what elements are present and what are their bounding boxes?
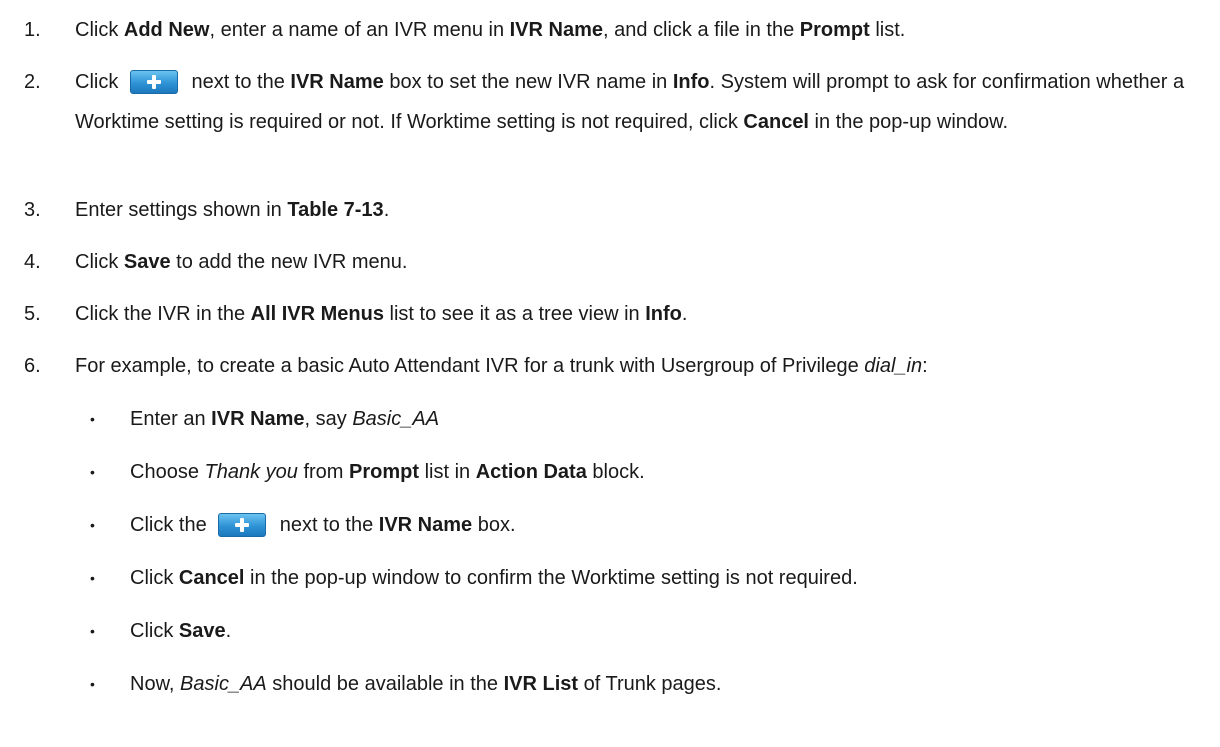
bullet-text: Choose Thank you from Prompt list in Act… [130,461,645,483]
step-number: 2. [24,71,41,93]
bullet-dot: • [90,623,95,639]
step-text: Click next to the IVR Name box to set th… [75,70,1185,133]
bullet-text: Enter an IVR Name, say Basic_AA [130,408,440,430]
bullet-text: Click Save. [130,620,232,642]
step-text: For example, to create a basic Auto Atte… [75,355,928,377]
bullet-dot: • [90,411,95,427]
step-text: Click Save to add the new IVR menu. [75,251,408,273]
bullet-dot: • [90,676,95,692]
bullet-dot: • [90,464,95,480]
step-number: 4. [24,251,41,273]
step-number: 5. [24,303,41,325]
instructions-page: 1. Click Add New, enter a name of an IVR… [0,0,1220,747]
step-number: 1. [24,19,41,41]
plus-button-icon[interactable] [218,513,267,537]
bullet-text: Click the next to the IVR Name box. [130,513,516,537]
step-text: Enter settings shown in Table 7-13. [75,199,390,221]
bullet-dot: • [90,517,95,533]
step-text: Click the IVR in the All IVR Menus list … [75,303,688,325]
plus-button-icon[interactable] [129,70,178,94]
bullet-dot: • [90,570,95,586]
bullet-text: Click Cancel in the pop-up window to con… [130,567,858,589]
bullet-text: Now, Basic_AA should be available in the… [130,673,722,695]
step-number: 6. [24,355,41,377]
step-text: Click Add New, enter a name of an IVR me… [75,19,906,41]
step-number: 3. [24,199,41,221]
